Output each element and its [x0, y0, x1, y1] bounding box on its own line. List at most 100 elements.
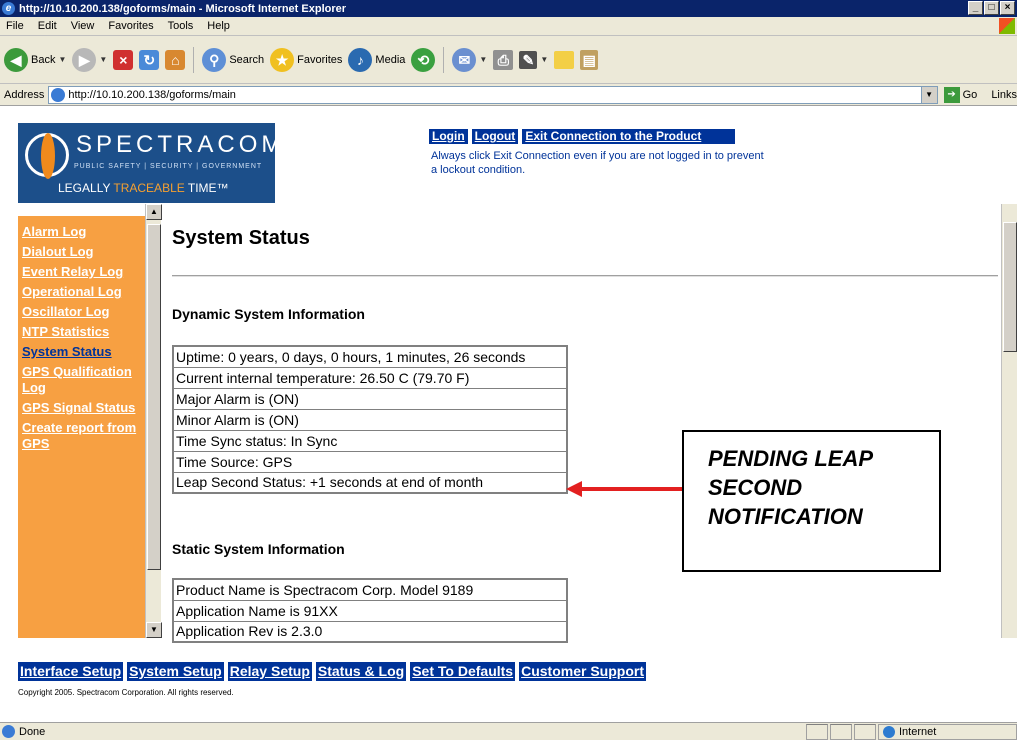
window-title-bar[interactable]: e http://10.10.200.138/goforms/main - Mi… [0, 0, 1017, 17]
go-arrow-icon: ➔ [943, 86, 960, 103]
sidebar-item-operational-log[interactable]: Operational Log [18, 284, 145, 300]
system-setup-link[interactable]: System Setup [127, 662, 224, 681]
table-cell: Current internal temperature: 26.50 C (7… [172, 366, 568, 389]
table-cell: Product Name is Spectracom Corp. Model 9… [172, 578, 568, 601]
mail-button[interactable]: ✉ ▼ [452, 47, 487, 72]
table-row: Product Name is Spectracom Corp. Model 9… [172, 578, 568, 601]
window-title: http://10.10.200.138/goforms/main - Micr… [19, 2, 347, 15]
sidebar-item-create-report[interactable]: Create report from GPS [18, 420, 145, 452]
scroll-down-icon[interactable]: ▼ [146, 622, 162, 638]
table-cell: Uptime: 0 years, 0 days, 0 hours, 1 minu… [172, 345, 568, 368]
status-cell [854, 724, 876, 740]
sidebar: Alarm Log Dialout Log Event Relay Log Op… [18, 216, 145, 638]
interface-setup-link[interactable]: Interface Setup [18, 662, 124, 681]
research-icon[interactable]: ▤ [580, 49, 599, 70]
table-row: Leap Second Status: +1 seconds at end of… [172, 471, 568, 494]
edit-icon: ✎ [519, 50, 538, 69]
address-input[interactable]: http://10.10.200.138/goforms/main ▼ [48, 85, 938, 104]
callout-line: SECOND [708, 475, 803, 500]
menu-view[interactable]: View [71, 20, 95, 32]
forward-button[interactable]: ▶ ▼ [72, 47, 107, 72]
stop-icon[interactable]: × [113, 49, 134, 70]
print-icon[interactable]: ⎙ [493, 49, 514, 70]
minimize-button[interactable]: _ [968, 1, 983, 15]
exit-connection-link[interactable]: Exit Connection to the Product [522, 129, 736, 144]
logout-link[interactable]: Logout [471, 129, 519, 144]
callout-arrow [578, 487, 682, 491]
logo-slogan-highlight: TRACEABLE [113, 181, 185, 195]
status-cell [806, 724, 828, 740]
leap-second-status-cell: Leap Second Status: +1 seconds at end of… [172, 471, 568, 494]
menu-tools[interactable]: Tools [168, 20, 194, 32]
table-row: Uptime: 0 years, 0 days, 0 hours, 1 minu… [172, 345, 568, 368]
links-button[interactable]: Links [991, 89, 1017, 101]
sidebar-item-oscillator-log[interactable]: Oscillator Log [18, 304, 145, 320]
chevron-down-icon[interactable]: ▼ [99, 55, 107, 64]
chevron-down-icon[interactable]: ▼ [479, 55, 487, 64]
exit-connection-note: Always click Exit Connection even if you… [431, 150, 764, 176]
favorites-button[interactable]: ★ Favorites [270, 47, 343, 72]
window-controls: _ □ × [968, 1, 1015, 15]
scroll-thumb[interactable] [1003, 222, 1017, 352]
status-bar: Done Internet [0, 722, 1017, 740]
page-icon [51, 87, 66, 102]
spectracom-logo: SPECTRACOM PUBLIC SAFETY | SECURITY | GO… [18, 123, 281, 203]
top-nav: Login Logout Exit Connection to the Prod… [429, 129, 736, 144]
main-scrollbar[interactable] [1001, 204, 1017, 638]
sidebar-item-alarm-log[interactable]: Alarm Log [18, 224, 145, 240]
sidebar-item-gps-qualification-log[interactable]: GPS Qualification Log [18, 364, 145, 396]
globe-icon [883, 726, 895, 738]
star-icon: ★ [270, 47, 295, 72]
set-to-defaults-link[interactable]: Set To Defaults [410, 662, 516, 681]
table-cell: Application Name is 91XX [172, 599, 568, 622]
login-link[interactable]: Login [429, 129, 468, 144]
menu-favorites[interactable]: Favorites [108, 20, 153, 32]
page-icon [2, 725, 15, 738]
sidebar-item-dialout-log[interactable]: Dialout Log [18, 244, 145, 260]
sidebar-item-ntp-statistics[interactable]: NTP Statistics [18, 324, 145, 340]
refresh-icon[interactable]: ↻ [139, 49, 160, 70]
maximize-button[interactable]: □ [984, 1, 999, 15]
menu-file[interactable]: File [6, 20, 24, 32]
chevron-down-icon[interactable]: ▼ [540, 55, 548, 64]
search-label: Search [229, 53, 265, 66]
table-cell: Minor Alarm is (ON) [172, 408, 568, 431]
relay-setup-link[interactable]: Relay Setup [227, 662, 312, 681]
table-cell: Time Sync status: In Sync [172, 429, 568, 452]
folder-icon[interactable] [554, 50, 575, 69]
sidebar-scrollbar[interactable]: ▲ ▼ [145, 204, 162, 638]
callout-line: NOTIFICATION [708, 504, 863, 529]
table-row: Minor Alarm is (ON) [172, 408, 568, 431]
sidebar-item-event-relay-log[interactable]: Event Relay Log [18, 264, 145, 280]
static-info-table: Product Name is Spectracom Corp. Model 9… [172, 578, 568, 643]
scroll-thumb[interactable] [147, 224, 161, 570]
media-label: Media [375, 53, 406, 66]
toolbar-separator [443, 46, 445, 73]
menu-help[interactable]: Help [207, 20, 230, 32]
sidebar-item-gps-signal-status[interactable]: GPS Signal Status [18, 400, 145, 416]
chevron-down-icon[interactable]: ▼ [58, 55, 66, 64]
back-button[interactable]: ◀ Back ▼ [4, 47, 66, 72]
media-button[interactable]: ♪ Media [348, 47, 406, 72]
customer-support-link[interactable]: Customer Support [519, 662, 646, 681]
static-info-heading: Static System Information [172, 541, 345, 557]
favorites-label: Favorites [297, 53, 343, 66]
go-button[interactable]: ➔ Go [943, 86, 977, 103]
search-button[interactable]: ⚲ Search [202, 47, 265, 72]
chevron-down-icon[interactable]: ▼ [920, 86, 937, 103]
callout-line: PENDING LEAP [708, 446, 874, 471]
logo-emblem-icon [25, 133, 69, 179]
dynamic-info-table: Uptime: 0 years, 0 days, 0 hours, 1 minu… [172, 345, 568, 494]
logo-slogan-post: TIME™ [184, 181, 229, 195]
logo-slogan: LEGALLY TRACEABLE TIME™ [58, 181, 229, 195]
status-log-link[interactable]: Status & Log [315, 662, 407, 681]
scroll-up-icon[interactable]: ▲ [146, 204, 162, 220]
close-button[interactable]: × [1000, 1, 1015, 15]
edit-button[interactable]: ✎ ▼ [519, 50, 548, 69]
forward-arrow-icon: ▶ [72, 47, 97, 72]
home-icon[interactable]: ⌂ [165, 49, 186, 70]
menu-edit[interactable]: Edit [38, 20, 57, 32]
history-icon[interactable]: ⟲ [411, 47, 436, 72]
bottom-nav: Interface Setup System Setup Relay Setup… [18, 662, 646, 681]
sidebar-item-system-status[interactable]: System Status [18, 344, 145, 360]
